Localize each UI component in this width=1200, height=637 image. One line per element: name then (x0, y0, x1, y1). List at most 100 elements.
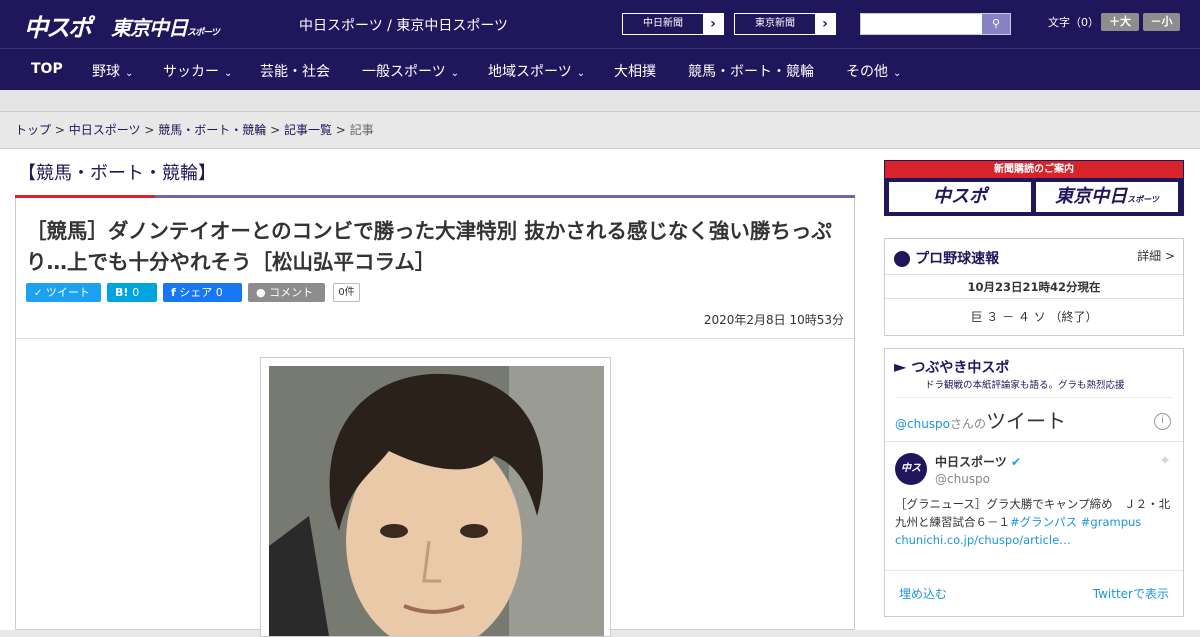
chevron-right-icon: › (703, 14, 723, 34)
breadcrumb-racing[interactable]: 競馬・ボート・競輪 (158, 123, 266, 137)
view-on-twitter-link[interactable]: Twitterで表示 (1093, 585, 1169, 602)
timeline-divider (885, 441, 1183, 442)
account-suffix: さんの (950, 417, 987, 431)
tokyo-shimbun-link[interactable]: 東京新聞 › (734, 13, 836, 35)
nav-label: 野球 (92, 64, 120, 80)
nav-label: 競馬・ボート・競輪 (688, 64, 814, 80)
breadcrumb-separator: > (270, 123, 281, 137)
facebook-label: シェア (179, 286, 213, 299)
timeline-footer-divider (885, 570, 1183, 571)
font-larger-button[interactable]: ＋大 (1101, 13, 1139, 31)
baseball-score[interactable]: 巨 ３ － ４ ソ （終了） (885, 308, 1183, 325)
nav-general-sports[interactable]: 一般スポーツ ⌄ (362, 61, 459, 81)
nav-label: 大相撲 (614, 64, 656, 80)
timeline-title: ツイート (986, 409, 1067, 433)
subscribe-chuspo[interactable]: 中スポ (889, 182, 1031, 212)
baseball-timestamp: 10月23日21時42分現在 (967, 280, 1101, 294)
breadcrumb-article-list[interactable]: 記事一覧 (284, 123, 332, 137)
tweets-title: つぶやき中スポ (911, 360, 1010, 376)
baseball-icon (894, 250, 910, 267)
hatena-button[interactable]: B! 0 (107, 283, 157, 302)
tweet-handle[interactable]: @chuspo (935, 472, 990, 486)
nav-label: 一般スポーツ (362, 64, 446, 80)
tweet-author[interactable]: 中日スポーツ ✔ (935, 453, 1021, 470)
chuspo-logo[interactable]: 中スポ (24, 8, 92, 43)
nav-sumo[interactable]: 大相撲 (614, 61, 656, 81)
facebook-count: 0 (215, 286, 223, 299)
nav-racing[interactable]: 競馬・ボート・競輪 (688, 61, 814, 81)
tokyo-logo-text: 東京中日 (111, 16, 188, 40)
comment-label: コメント (269, 286, 314, 299)
breadcrumb-separator: > (144, 123, 155, 137)
nav-label: その他 (846, 64, 888, 80)
baseball-header: プロ野球速報 (894, 248, 999, 268)
font-smaller-button[interactable]: －小 (1143, 13, 1180, 31)
tokyo-chunichi-logo[interactable]: 東京中日スポーツ (111, 12, 220, 41)
chevron-down-icon: ⌄ (893, 68, 902, 79)
tweet-hashtags[interactable]: #グランパス #grampus (1010, 515, 1141, 529)
breadcrumb-chunichi-sports[interactable]: 中日スポーツ (69, 123, 141, 137)
chevron-down-icon: ⌄ (224, 68, 233, 79)
chunichi-shimbun-link[interactable]: 中日新聞 › (622, 13, 724, 35)
breadcrumb-current: 記事 (349, 123, 374, 137)
baseball-scores: プロ野球速報 詳細 > 10月23日21時42分現在 巨 ３ － ４ ソ （終了… (884, 238, 1184, 336)
breadcrumb-separator: > (335, 123, 346, 137)
article-photo-frame (260, 357, 611, 637)
nav-other[interactable]: その他 ⌄ (846, 61, 901, 81)
account-link[interactable]: @chuspo (895, 417, 950, 431)
breadcrumb: トップ > 中日スポーツ > 競馬・ボート・競輪 > 記事一覧 > 記事 (0, 112, 1200, 149)
chevron-down-icon: ⌄ (576, 68, 586, 79)
subnav-bar (0, 90, 1200, 112)
tweet-link[interactable]: chunichi.co.jp/chuspo/article… (895, 533, 1071, 547)
tweets-subtitle: ドラ観戦の本紙評論家も語る。グラも熱烈応援 (925, 380, 1125, 391)
hatena-icon: B! (115, 286, 129, 299)
baseball-title: プロ野球速報 (915, 251, 1000, 267)
tweet-button[interactable]: ✓ ツイート (26, 283, 101, 302)
nav-baseball[interactable]: 野球 ⌄ (92, 61, 133, 81)
subscription-ad-header: 新聞購読のご案内 (885, 161, 1183, 178)
embed-link[interactable]: 埋め込む (899, 585, 947, 602)
tokyo-shimbun-label: 東京新聞 (755, 18, 795, 29)
tweet-text: ［グラニュース］グラ大勝でキャンプ締め Ｊ２・北九州と練習試合６－１#グランパス… (895, 495, 1177, 549)
comment-button[interactable]: ● コメント (248, 283, 325, 302)
nav-soccer[interactable]: サッカー ⌄ (163, 61, 232, 81)
facebook-share-button[interactable]: f シェア 0 (163, 283, 242, 302)
subscription-ad[interactable]: 新聞購読のご案内 中スポ 東京中日スポーツ (884, 160, 1184, 216)
nav-label: 芸能・社会 (260, 64, 330, 80)
site-header: 中スポ 東京中日スポーツ 中日スポーツ / 東京中日スポーツ 中日新聞 › 東京新… (0, 0, 1200, 48)
tokyo-chunichi-text: 東京中日 (1055, 186, 1128, 207)
comment-icon: ● (256, 286, 266, 299)
nav-label: TOP (31, 61, 63, 77)
facebook-icon: f (171, 286, 176, 299)
baseball-divider (885, 298, 1183, 299)
twitter-bird-icon[interactable]: ✦ (1159, 453, 1171, 469)
tokyo-logo-small: スポーツ (187, 28, 220, 38)
article-title: ［競馬］ダノンテイオーとのコンビで勝った大津特別 抜かされる感じなく強い勝ちっぷ… (26, 219, 832, 274)
search-input[interactable]: ⚲ (860, 13, 1011, 35)
comment-count: 0件 (333, 283, 360, 302)
nav-local-sports[interactable]: 地域スポーツ ⌄ (488, 61, 585, 81)
site-name: 中日スポーツ / 東京中日スポーツ (299, 18, 509, 34)
chevron-down-icon: ⌄ (125, 68, 134, 79)
nav-entertainment[interactable]: 芸能・社会 (260, 61, 330, 81)
jockey-portrait (269, 366, 604, 636)
avatar[interactable]: 中ス (895, 453, 927, 485)
nav-top[interactable]: TOP (31, 61, 63, 77)
article-date: 2020年2月8日 10時53分 (703, 313, 844, 327)
timeline-heading: @chuspoさんのツイート (895, 405, 1066, 434)
global-nav: TOP 野球 ⌄ サッカー ⌄ 芸能・社会 一般スポーツ ⌄ 地域スポーツ ⌄ 大相撲 … (0, 48, 1200, 90)
search-icon[interactable]: ⚲ (982, 14, 1010, 34)
nav-label: 地域スポーツ (488, 64, 572, 80)
chevron-down-icon: ⌄ (450, 68, 460, 79)
info-icon[interactable]: i (1154, 413, 1171, 430)
chunichi-shimbun-label: 中日新聞 (643, 18, 683, 29)
baseball-divider (885, 274, 1183, 275)
category-heading: 【競馬・ボート・競輪】 (18, 163, 216, 184)
subscribe-tokyo-chunichi[interactable]: 東京中日スポーツ (1036, 182, 1178, 212)
verified-icon: ✔ (1010, 455, 1022, 469)
main-content: 【競馬・ボート・競輪】 ［競馬］ダノンテイオーとのコンビで勝った大津特別 抜かさ… (0, 149, 1200, 637)
baseball-detail-link[interactable]: 詳細 > (1137, 247, 1175, 264)
breadcrumb-top[interactable]: トップ (15, 123, 51, 137)
breadcrumb-separator: > (54, 123, 65, 137)
tweet-author-name: 中日スポーツ (935, 455, 1007, 469)
